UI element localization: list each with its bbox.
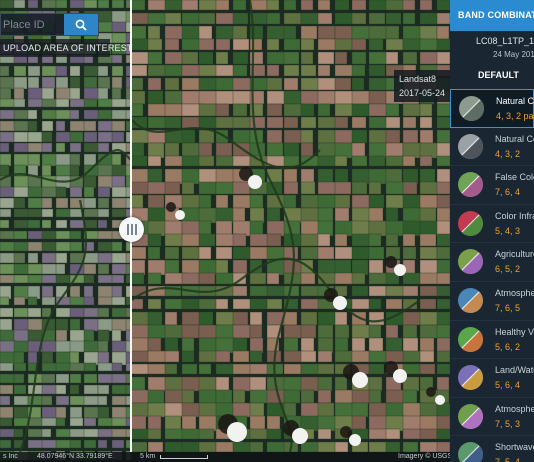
band-numbers: 7, 6, 5 (495, 302, 521, 313)
search-input[interactable] (3, 17, 63, 33)
band-numbers: 5, 6, 4 (495, 380, 521, 391)
band-thumbnail (458, 326, 483, 352)
scene-date-tooltip: Landsat8 2017-05-24 (394, 70, 450, 102)
grip-icon (130, 224, 133, 235)
band-combination-item[interactable]: Atmospheric 7, 5, 3 (450, 398, 534, 437)
band-combination-item[interactable]: Shortwave 7, 5, 4 (450, 436, 534, 462)
band-combination-name: Atmospheric (495, 287, 534, 298)
scale-bar (160, 455, 208, 459)
band-combination-item[interactable]: Land/Water 5, 6, 4 (450, 359, 534, 398)
compare-slider-handle[interactable] (119, 217, 144, 242)
acquisition-date: 2017-05-24 (399, 88, 446, 98)
band-numbers: 4, 3, 2 pan-sharpened (496, 111, 534, 121)
band-combination-name: Healthy Vegetation (495, 326, 534, 337)
band-numbers: 7, 5, 3 (495, 418, 521, 429)
upload-area-link[interactable]: UPLOAD AREA OF INTEREST (0, 39, 132, 57)
grip-icon (134, 224, 137, 235)
band-combination-item[interactable]: Healthy Vegetation 5, 6, 2 (450, 321, 534, 360)
satellite-imagery-map[interactable] (0, 0, 450, 462)
band-thumbnail (458, 365, 483, 391)
scene-date-row: 24 May 2017 (450, 46, 534, 59)
scene-date-text: 24 May 2017 (493, 49, 534, 59)
band-combination-item[interactable]: Atmospheric 7, 6, 5 (450, 282, 534, 321)
band-thumbnail (459, 96, 484, 121)
band-combination-item[interactable]: False Color 7, 6, 4 (450, 166, 534, 205)
panel-title: BAND COMBINATIONS (450, 0, 534, 31)
band-thumbnail (458, 210, 483, 236)
preset-tabs: DEFAULT (450, 63, 534, 91)
band-combination-name: Land/Water (495, 365, 534, 376)
scene-id: LC08_L1TP_177 (476, 36, 534, 46)
status-bar: s Inc 48.07946°N 33.79189°E 5 km Imagery… (0, 452, 453, 462)
left-credit: s Inc (3, 453, 18, 460)
band-thumbnail (458, 249, 483, 275)
band-combination-name: Shortwave (495, 442, 534, 453)
band-combination-name: Natural Color (495, 133, 534, 144)
search-button[interactable] (64, 14, 98, 35)
band-thumbnail (458, 403, 483, 429)
band-combinations-panel: BAND COMBINATIONS LC08_L1TP_177 24 May 2… (450, 0, 534, 462)
band-thumbnail (458, 442, 483, 462)
search-icon (75, 19, 87, 31)
band-thumbnail (458, 287, 483, 313)
satellite-name: Landsat8 (399, 74, 437, 84)
band-combination-item[interactable]: Agriculture 6, 5, 2 (450, 243, 534, 282)
search-box (0, 13, 99, 36)
band-combination-name: False Color (495, 172, 534, 183)
scale-label: 5 km (140, 453, 156, 460)
tab-default[interactable]: DEFAULT (478, 70, 519, 80)
band-numbers: 5, 4, 3 (495, 225, 521, 236)
band-combination-item[interactable]: Natural Color 4, 3, 2 (450, 128, 534, 167)
imagery-attribution: Imagery © USGS (398, 453, 453, 460)
band-numbers: 5, 6, 2 (495, 341, 521, 352)
band-numbers: 7, 5, 4 (495, 457, 520, 462)
band-numbers: 6, 5, 2 (495, 264, 521, 275)
band-combination-name: Natural Color (496, 96, 534, 106)
band-combination-list: Natural Color4, 3, 2 pan-sharpenedNatura… (450, 89, 534, 462)
band-combination-name: Color Infrared (495, 210, 534, 221)
band-combination-item[interactable]: Natural Color 4, 3, 2 pan-sharpened (450, 89, 534, 128)
band-numbers: 4, 3, 2 (495, 148, 521, 159)
band-numbers: 7, 6, 4 (495, 187, 521, 198)
band-combination-name: Atmospheric (495, 403, 534, 414)
field-mosaic (0, 0, 450, 461)
band-combination-item[interactable]: Color Infrared 5, 4, 3 (450, 205, 534, 244)
band-thumbnail (458, 133, 483, 159)
cursor-coordinates: 48.07946°N 33.79189°E (37, 453, 113, 460)
band-thumbnail (458, 172, 483, 198)
band-combination-name: Agriculture (495, 249, 534, 260)
grip-icon (126, 224, 129, 235)
